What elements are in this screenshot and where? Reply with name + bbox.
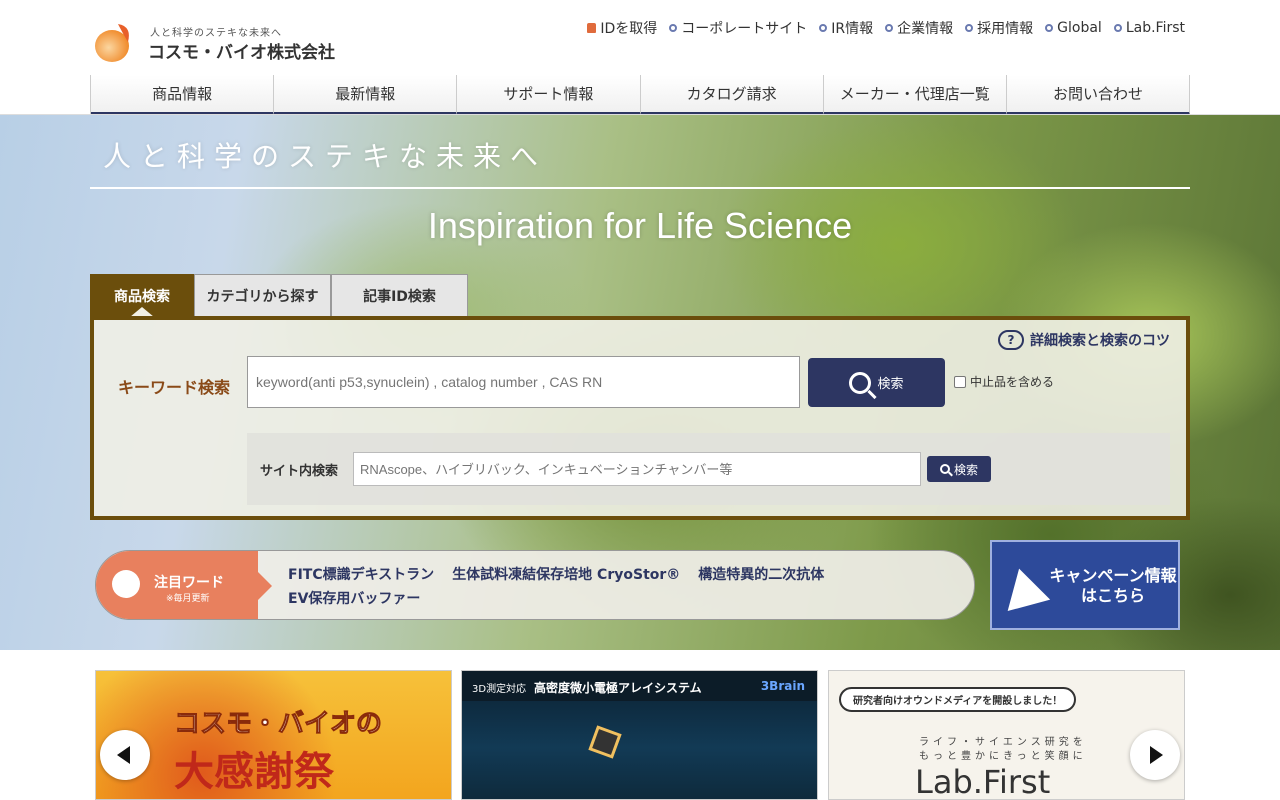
site-search-button[interactable]: 検索: [927, 456, 991, 482]
nav-catalog[interactable]: カタログ請求: [640, 75, 824, 115]
top-links: IDを取得 コーポレートサイト IR情報 企業情報 採用情報 Global La…: [587, 18, 1185, 38]
attention-word[interactable]: FITC標識デキストラン: [288, 564, 434, 584]
toplink-label: 採用情報: [977, 21, 1034, 37]
toplink-company[interactable]: 企業情報: [885, 18, 953, 38]
banner-3brain[interactable]: 3D測定対応 高密度微小電極アレイシステム 3Brain: [461, 670, 818, 800]
banner-header: 3D測定対応 高密度微小電極アレイシステム 3Brain: [462, 671, 817, 701]
keyword-search-button[interactable]: 検索: [808, 358, 945, 407]
lightbulb-icon: [112, 570, 140, 598]
toplink-corporate[interactable]: コーポレートサイト: [669, 18, 807, 38]
circle-bullet-icon: [819, 24, 828, 32]
search-tips-link[interactable]: ? 詳細検索と検索のコツ: [998, 330, 1170, 350]
banner-title: コスモ・バイオの: [173, 709, 383, 740]
attention-words: FITC標識デキストラン 生体試料凍結保存培地 CryoStor® 構造特異的二…: [288, 564, 948, 608]
carousel-next-button[interactable]: [1130, 730, 1180, 780]
tab-article-id[interactable]: 記事ID検索: [331, 274, 468, 316]
keyword-search-button-label: 検索: [877, 377, 904, 392]
question-icon: ?: [998, 330, 1024, 350]
hero-divider: [90, 187, 1190, 189]
banner-title: 高密度微小電極アレイシステム: [534, 681, 702, 695]
lock-icon: [587, 23, 597, 33]
toplink-label: Lab.First: [1125, 20, 1185, 36]
search-icon: [939, 464, 950, 474]
circle-bullet-icon: [1113, 24, 1122, 32]
search-tips-label: 詳細検索と検索のコツ: [1030, 333, 1170, 349]
attention-word[interactable]: 構造特異的二次抗体: [698, 564, 824, 584]
toplink-label: Global: [1057, 20, 1102, 36]
toplink-label: IDを取得: [600, 21, 658, 37]
carousel-prev-button[interactable]: [100, 730, 150, 780]
logo-mark-icon: [95, 24, 129, 62]
banner-brand: 3Brain: [760, 679, 805, 693]
search-tabs: 商品検索 カテゴリから探す 記事ID検索: [90, 274, 468, 317]
campaign-button[interactable]: キャンペーン情報はこちら: [990, 540, 1180, 630]
logo-company-name: コスモ・バイオ株式会社: [148, 43, 335, 63]
nav-contact[interactable]: お問い合わせ: [1006, 75, 1191, 115]
nav-makers[interactable]: メーカー・代理店一覧: [823, 75, 1007, 115]
logo-tagline: 人と科学のステキな未来へ: [150, 28, 282, 39]
banner-carousel: コスモ・バイオの 大感謝祭 3D測定対応 高密度微小電極アレイシステム 3Bra…: [95, 670, 1185, 800]
toplink-label: 企業情報: [897, 21, 954, 37]
discontinued-label: 中止品を含める: [970, 375, 1055, 389]
global-nav: 商品情報 最新情報 サポート情報 カタログ請求 メーカー・代理店一覧 お問い合わ…: [90, 75, 1191, 115]
circle-bullet-icon: [1045, 24, 1054, 32]
toplink-get-id[interactable]: IDを取得: [587, 18, 657, 38]
chip-icon: [588, 725, 622, 759]
discontinued-checkbox[interactable]: 中止品を含める: [954, 373, 1054, 390]
attention-subtitle: ※毎月更新: [166, 594, 210, 604]
toplink-labfirst[interactable]: Lab.First: [1113, 18, 1185, 38]
toplink-label: コーポレートサイト: [681, 21, 808, 37]
banner-line: もっと豊かにきっと笑顔に: [919, 751, 1087, 762]
search-panel: ? 詳細検索と検索のコツ キーワード検索 検索 中止品を含める サイト内検索 検…: [90, 316, 1190, 520]
checkbox-box[interactable]: [954, 375, 966, 388]
search-icon: [849, 371, 872, 394]
banner-prefix: 3D測定対応: [472, 684, 527, 695]
arrow-right-icon: [1150, 746, 1163, 764]
banner-logo-text: Lab.First: [915, 763, 1051, 800]
toplink-recruit[interactable]: 採用情報: [965, 18, 1033, 38]
tab-category[interactable]: カテゴリから探す: [194, 274, 331, 316]
banner-line: ライフ・サイエンス研究を: [919, 737, 1087, 748]
attention-word[interactable]: 生体試料凍結保存培地 CryoStor®: [452, 564, 680, 584]
toplink-global[interactable]: Global: [1045, 18, 1102, 38]
toplink-ir[interactable]: IR情報: [819, 18, 873, 38]
hero-tagline-en: Inspiration for Life Science: [427, 205, 853, 246]
attention-words-bar: 注目ワード ※毎月更新 FITC標識デキストラン 生体試料凍結保存培地 Cryo…: [95, 550, 975, 620]
toplink-label: IR情報: [831, 21, 874, 37]
arrow-left-icon: [117, 746, 130, 764]
banner-labfirst[interactable]: 研究者向けオウンドメディアを開設しました！ ライフ・サイエンス研究を もっと豊か…: [828, 670, 1185, 800]
tab-product-search[interactable]: 商品検索: [90, 274, 194, 317]
site-search-label: サイト内検索: [260, 464, 339, 479]
site-logo[interactable]: 人と科学のステキな未来へ コスモ・バイオ株式会社: [92, 18, 335, 66]
attention-word[interactable]: EV保存用バッファー: [288, 588, 420, 608]
circle-bullet-icon: [885, 24, 894, 32]
keyword-search-label: キーワード検索: [118, 378, 231, 397]
megaphone-icon: [997, 562, 1051, 612]
site-search-button-label: 検索: [953, 462, 978, 477]
nav-products[interactable]: 商品情報: [91, 75, 275, 115]
banner-bubble: 研究者向けオウンドメディアを開設しました！: [839, 687, 1077, 712]
circle-bullet-icon: [965, 24, 974, 32]
attention-title: 注目ワード: [154, 575, 224, 591]
banner-thanks-festival[interactable]: コスモ・バイオの 大感謝祭: [95, 670, 452, 800]
campaign-label: キャンペーン情報はこちら: [1049, 566, 1177, 605]
circle-bullet-icon: [669, 24, 678, 32]
hero: 人と科学のステキな未来へ Inspiration for Life Scienc…: [0, 115, 1280, 650]
site-search-input[interactable]: [353, 452, 921, 486]
banner-title-large: 大感謝祭: [174, 749, 334, 795]
attention-header: 注目ワード ※毎月更新: [96, 551, 272, 619]
nav-support[interactable]: サポート情報: [457, 75, 641, 115]
hero-tagline-jp: 人と科学のステキな未来へ: [103, 140, 548, 173]
nav-news[interactable]: 最新情報: [274, 75, 458, 115]
keyword-search-input[interactable]: [247, 356, 800, 408]
